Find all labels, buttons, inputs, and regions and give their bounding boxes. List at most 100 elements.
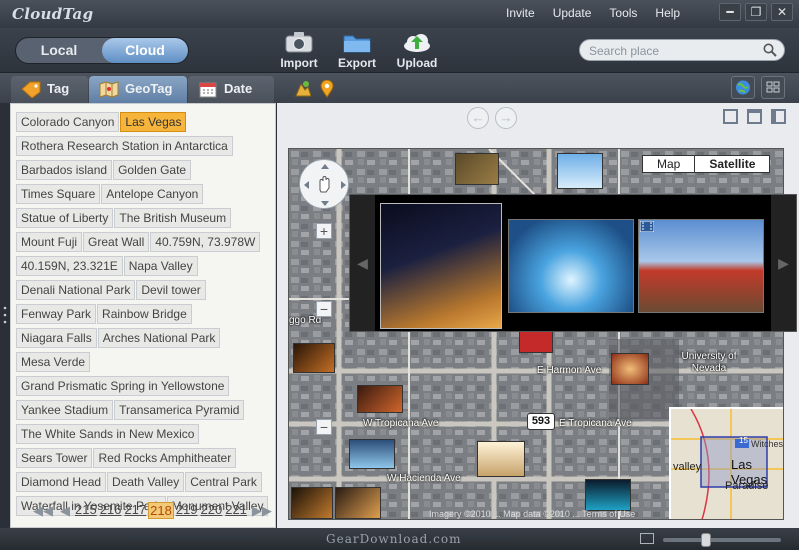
page-number[interactable]: 216 bbox=[99, 502, 123, 519]
map-photo-thumb[interactable] bbox=[557, 153, 603, 189]
page-number[interactable]: 218 bbox=[148, 502, 174, 519]
geotag-chip[interactable]: The White Sands in New Mexico bbox=[16, 424, 200, 444]
search-input[interactable] bbox=[589, 43, 759, 58]
slider-handle[interactable] bbox=[700, 533, 711, 547]
zoom-out-button[interactable]: − bbox=[316, 419, 332, 435]
map-type-map-button[interactable]: Map bbox=[643, 156, 694, 172]
geotag-chip[interactable]: Mount Fuji bbox=[16, 232, 83, 252]
geotag-chip[interactable]: Barbados island bbox=[16, 160, 113, 180]
street-label: E Tropicana Ave bbox=[559, 418, 632, 429]
location-pin-icon[interactable] bbox=[320, 80, 334, 98]
panel-resize-grip-icon[interactable] bbox=[3, 305, 7, 325]
geotag-chip[interactable]: Antelope Canyon bbox=[101, 184, 204, 204]
folder-icon bbox=[343, 35, 371, 53]
geotag-chip[interactable]: Arches National Park bbox=[97, 328, 221, 348]
map-photo-thumb[interactable] bbox=[585, 479, 631, 511]
restore-button[interactable]: ❐ bbox=[745, 3, 767, 21]
page-number[interactable]: 219 bbox=[175, 502, 199, 519]
popup-photo[interactable] bbox=[508, 219, 634, 313]
cloud-toggle-button[interactable]: Cloud bbox=[102, 38, 188, 63]
local-toggle-button[interactable]: Local bbox=[16, 38, 102, 63]
split-layout-icon[interactable] bbox=[747, 109, 762, 124]
map-photo-thumb[interactable] bbox=[477, 441, 525, 477]
geotag-chip[interactable]: Denali National Park bbox=[16, 280, 136, 300]
popup-prev-icon[interactable]: ◀ bbox=[350, 195, 375, 331]
zoom-out-button[interactable]: − bbox=[316, 301, 332, 317]
map-photo-thumb[interactable] bbox=[293, 343, 335, 373]
overview-map[interactable]: 15 Witches valley Las Vegas Paradise bbox=[669, 407, 783, 519]
geotag-chip[interactable]: Grand Prismatic Spring in Yellowstone bbox=[16, 376, 230, 396]
forward-arrow-icon[interactable]: → bbox=[495, 107, 517, 129]
close-button[interactable]: ✕ bbox=[771, 3, 793, 21]
upload-label: Upload bbox=[396, 56, 438, 70]
menu-help[interactable]: Help bbox=[655, 6, 680, 20]
geotag-chip[interactable]: Central Park bbox=[185, 472, 262, 492]
back-arrow-icon[interactable]: ← bbox=[467, 107, 489, 129]
geotag-chip[interactable]: Sears Tower bbox=[16, 448, 93, 468]
geotag-chip[interactable]: Diamond Head bbox=[16, 472, 107, 492]
globe-view-button[interactable] bbox=[731, 76, 755, 99]
export-button[interactable]: Export bbox=[331, 30, 383, 70]
geotag-chip[interactable]: Rothera Research Station in Antarctica bbox=[16, 136, 233, 156]
menu-update[interactable]: Update bbox=[553, 6, 592, 20]
menu-invite[interactable]: Invite bbox=[506, 6, 535, 20]
geotag-chip[interactable]: Yankee Stadium bbox=[16, 400, 114, 420]
zoom-in-button[interactable]: + bbox=[316, 223, 332, 239]
map-photo-thumb[interactable] bbox=[455, 153, 499, 185]
import-button[interactable]: Import bbox=[273, 30, 325, 70]
search-box bbox=[579, 39, 785, 61]
geotag-chip[interactable]: Napa Valley bbox=[123, 256, 198, 276]
geotag-chip[interactable]: The British Museum bbox=[114, 208, 232, 228]
tab-tag[interactable]: Tag bbox=[11, 76, 88, 104]
tab-date[interactable]: Date bbox=[188, 76, 274, 104]
page-number[interactable]: 220 bbox=[200, 502, 224, 519]
map-photo-thumb[interactable] bbox=[349, 439, 395, 469]
geotag-chip[interactable]: Times Square bbox=[16, 184, 101, 204]
geotag-chip[interactable]: Death Valley bbox=[107, 472, 185, 492]
popup-photo[interactable] bbox=[380, 203, 502, 329]
geotag-chip[interactable]: 40.759N, 73.978W bbox=[150, 232, 261, 252]
geotag-chip[interactable]: Golden Gate bbox=[113, 160, 192, 180]
geotag-chip[interactable]: Mesa Verde bbox=[16, 352, 91, 372]
geotag-add-icon[interactable] bbox=[293, 80, 311, 98]
geotag-chip[interactable]: Devil tower bbox=[136, 280, 206, 300]
map-type-satellite-button[interactable]: Satellite bbox=[694, 156, 770, 172]
geotag-chip[interactable]: Fenway Park bbox=[16, 304, 97, 324]
prev-page-icon[interactable]: ◀ bbox=[57, 503, 73, 519]
popup-next-icon[interactable]: ▶ bbox=[771, 195, 796, 331]
map-photo-thumb[interactable] bbox=[291, 487, 333, 519]
overview-route: 15 bbox=[739, 436, 748, 445]
popup-photo[interactable] bbox=[638, 219, 764, 313]
map-photo-thumb[interactable] bbox=[519, 329, 553, 353]
geotag-chip[interactable]: Las Vegas bbox=[120, 112, 187, 132]
geotag-chip[interactable]: Rainbow Bridge bbox=[97, 304, 192, 324]
camera-icon bbox=[285, 32, 313, 53]
geotag-chip[interactable]: Colorado Canyon bbox=[16, 112, 120, 132]
side-layout-icon[interactable] bbox=[771, 109, 786, 124]
page-number[interactable]: 215 bbox=[74, 502, 98, 519]
grid-view-button[interactable] bbox=[761, 76, 785, 99]
page-number[interactable]: 221 bbox=[224, 502, 248, 519]
thumbnail-size-slider[interactable] bbox=[663, 533, 781, 547]
page-number[interactable]: 217 bbox=[123, 502, 147, 519]
minimize-button[interactable]: ━ bbox=[719, 3, 741, 21]
geotag-chip[interactable]: Red Rocks Amphitheater bbox=[93, 448, 237, 468]
map-photo-thumb[interactable] bbox=[357, 385, 403, 413]
tab-geotag[interactable]: GeoTag bbox=[89, 76, 187, 104]
geotag-chip[interactable]: Transamerica Pyramid bbox=[114, 400, 245, 420]
geotag-chip[interactable]: 40.159N, 23.321E bbox=[16, 256, 123, 276]
search-icon[interactable] bbox=[763, 43, 777, 57]
pan-control[interactable] bbox=[299, 159, 349, 209]
overview-place-label: valley bbox=[673, 461, 702, 473]
photo-size-icon bbox=[640, 533, 654, 544]
map-photo-thumb[interactable] bbox=[611, 353, 649, 385]
geotag-chip[interactable]: Great Wall bbox=[83, 232, 150, 252]
map-photo-thumb[interactable] bbox=[335, 487, 381, 519]
geotag-chip[interactable]: Niagara Falls bbox=[16, 328, 97, 348]
first-page-icon[interactable]: ◀◀ bbox=[30, 503, 56, 519]
next-page-icon[interactable]: ▶▶ bbox=[249, 503, 275, 519]
menu-tools[interactable]: Tools bbox=[609, 6, 637, 20]
geotag-chip[interactable]: Statue of Liberty bbox=[16, 208, 114, 228]
upload-button[interactable]: Upload bbox=[391, 30, 443, 70]
single-layout-icon[interactable] bbox=[723, 109, 738, 124]
